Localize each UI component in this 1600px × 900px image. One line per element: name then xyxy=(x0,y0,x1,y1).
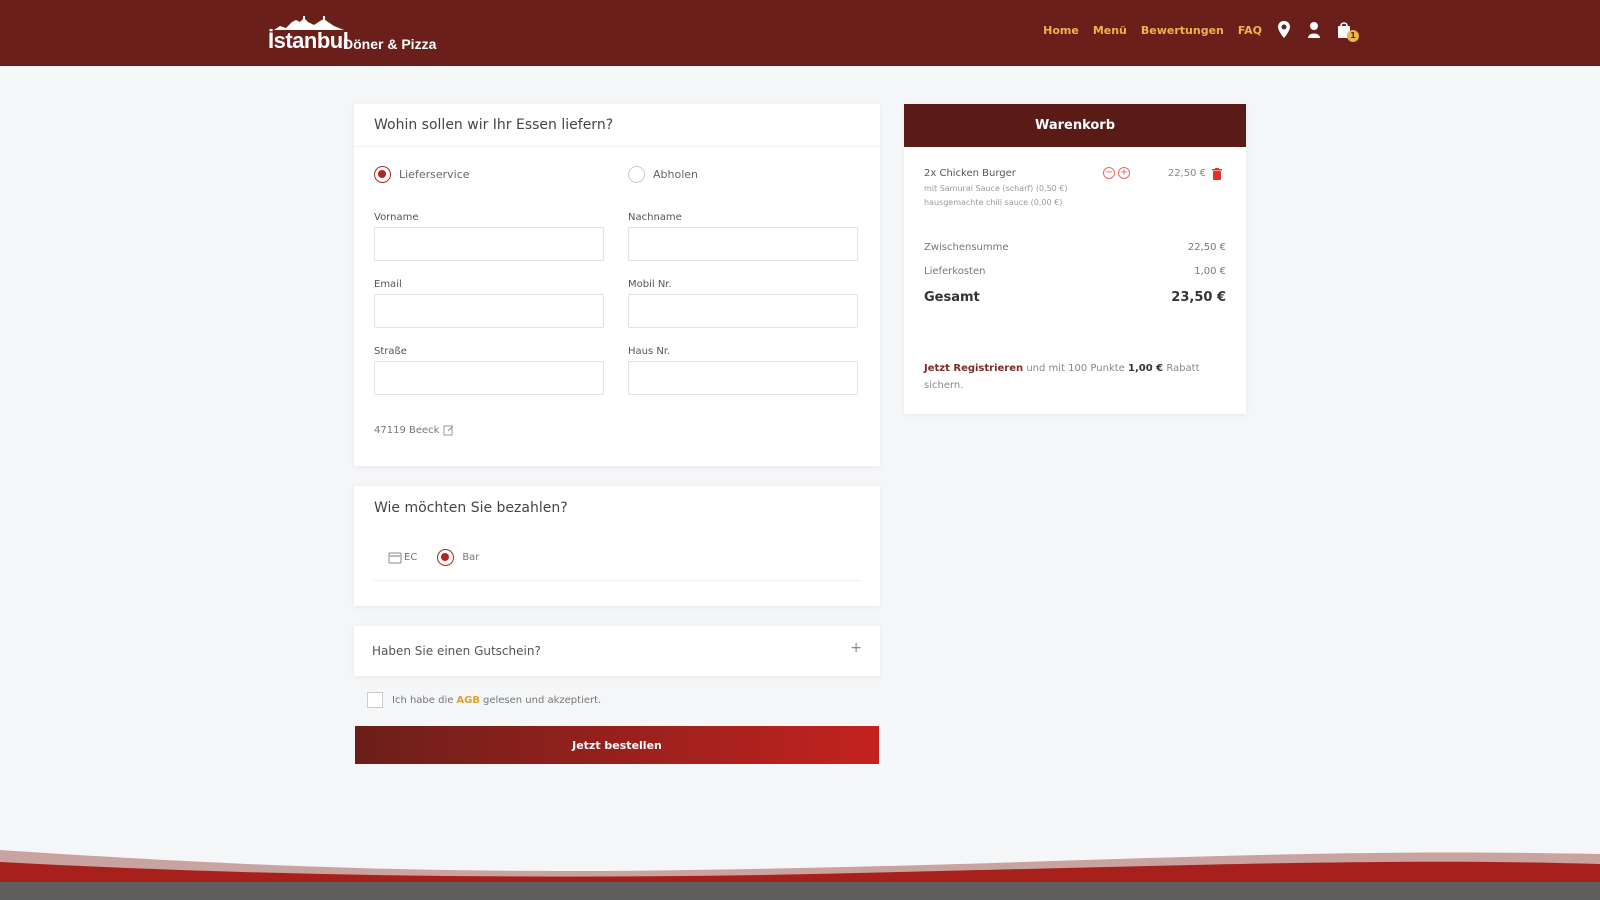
cart-count-badge: 1 xyxy=(1347,30,1359,42)
subtotal-row: Zwischensumme 22,50 € xyxy=(924,242,1226,253)
delivery-title: Wohin sollen wir Ihr Essen liefern? xyxy=(374,117,614,133)
voucher-toggle[interactable]: Haben Sie einen Gutschein? + xyxy=(354,626,880,676)
payment-card: Wie möchten Sie bezahlen? EC Bar xyxy=(354,486,880,606)
cart-item-option: mit Samurai Sauce (scharf) (0,50 €) xyxy=(924,184,1068,193)
voucher-label: Haben Sie einen Gutschein? xyxy=(372,644,541,658)
promo-amount: 1,00 € xyxy=(1128,363,1164,374)
shopping-bag-icon[interactable]: 1 xyxy=(1336,20,1359,42)
field-label: Nachname xyxy=(628,212,682,223)
postal-code-text: 47119 Beeck xyxy=(374,424,440,436)
agb-text-before: Ich habe die xyxy=(392,694,454,706)
edit-icon xyxy=(443,425,454,436)
payment-label: EC xyxy=(404,552,418,563)
radio-abholen[interactable]: Abholen xyxy=(628,166,698,183)
delivery-cost-value: 1,00 € xyxy=(1194,266,1226,277)
footer-wave xyxy=(0,850,1600,900)
payment-method-group: EC Bar xyxy=(388,549,499,566)
payment-label: Bar xyxy=(462,552,480,563)
strasse-input[interactable] xyxy=(374,361,604,395)
total-label: Gesamt xyxy=(924,290,980,305)
payment-option-bar[interactable]: Bar xyxy=(437,549,479,566)
postal-code-area[interactable]: 47119 Beeck xyxy=(374,424,455,436)
main-nav: Home Menü Bewertungen FAQ 1 xyxy=(1029,18,1359,42)
cart-item-price: 22,50 € xyxy=(1167,168,1206,179)
email-field: Email xyxy=(374,279,604,328)
mobil-input[interactable] xyxy=(628,294,858,328)
radio-label: Lieferservice xyxy=(399,168,470,181)
brand-name: İstanbul xyxy=(268,28,349,53)
nachname-input[interactable] xyxy=(628,227,858,261)
user-icon[interactable] xyxy=(1306,20,1322,40)
delivery-method-group: Lieferservice Abholen xyxy=(374,166,860,186)
field-label: Straße xyxy=(374,346,407,357)
strasse-field: Straße xyxy=(374,346,604,395)
hausnr-field: Haus Nr. xyxy=(628,346,858,395)
delivery-cost-row: Lieferkosten 1,00 € xyxy=(924,266,1226,277)
agb-text-after: gelesen und akzeptiert. xyxy=(482,694,602,706)
register-promo: Jetzt Registrieren und mit 100 Punkte 1,… xyxy=(924,360,1226,394)
subtotal-label: Zwischensumme xyxy=(924,242,1009,253)
order-button[interactable]: Jetzt bestellen xyxy=(355,726,879,764)
nachname-field: Nachname xyxy=(628,212,858,261)
total-row: Gesamt 23,50 € xyxy=(924,290,1226,305)
payment-title: Wie möchten Sie bezahlen? xyxy=(374,500,568,516)
radio-lieferservice[interactable]: Lieferservice xyxy=(374,166,470,183)
divider xyxy=(374,580,860,581)
plus-icon: + xyxy=(850,640,862,656)
subtotal-value: 22,50 € xyxy=(1187,242,1226,253)
plus-icon[interactable]: + xyxy=(1118,167,1130,179)
brand-subtitle: Döner & Pizza xyxy=(343,36,437,52)
email-input[interactable] xyxy=(374,294,604,328)
mobil-field: Mobil Nr. xyxy=(628,279,858,328)
field-label: Haus Nr. xyxy=(628,346,671,357)
register-link[interactable]: Jetzt Registrieren xyxy=(924,363,1023,374)
radio-unselected-icon xyxy=(628,166,645,183)
cart-item-option: hausgemachte chili sauce (0,00 €) xyxy=(924,198,1063,207)
hausnr-input[interactable] xyxy=(628,361,858,395)
nav-reviews[interactable]: Bewertungen xyxy=(1141,24,1224,37)
nav-faq[interactable]: FAQ xyxy=(1238,24,1262,37)
total-value: 23,50 € xyxy=(1171,290,1226,305)
field-label: Email xyxy=(374,279,402,290)
field-label: Vorname xyxy=(374,212,419,223)
agb-link[interactable]: AGB xyxy=(456,695,480,706)
delivery-cost-label: Lieferkosten xyxy=(924,266,986,277)
radio-selected-icon xyxy=(437,549,455,566)
vorname-field: Vorname xyxy=(374,212,604,261)
minus-icon[interactable]: − xyxy=(1103,167,1115,179)
nav-menu[interactable]: Menü xyxy=(1093,24,1127,37)
delivery-card: Wohin sollen wir Ihr Essen liefern? Lief… xyxy=(354,104,880,466)
cart-panel: Warenkorb 2x Chicken Burger mit Samurai … xyxy=(904,104,1246,414)
cart-title: Warenkorb xyxy=(904,104,1246,147)
radio-selected-icon xyxy=(374,166,391,183)
location-pin-icon[interactable] xyxy=(1276,20,1292,40)
payment-option-ec[interactable]: EC xyxy=(388,552,417,564)
cart-item: 2x Chicken Burger mit Samurai Sauce (sch… xyxy=(924,167,1226,207)
vorname-input[interactable] xyxy=(374,227,604,261)
trash-icon[interactable] xyxy=(1212,168,1222,180)
field-label: Mobil Nr. xyxy=(628,279,672,290)
nav-home[interactable]: Home xyxy=(1043,24,1079,37)
card-icon xyxy=(388,552,402,563)
quantity-controls: − + xyxy=(1100,167,1130,179)
agb-consent: Ich habe die AGB gelesen und akzeptiert. xyxy=(367,692,601,708)
promo-text: und mit 100 Punkte xyxy=(1026,363,1125,374)
agb-checkbox[interactable] xyxy=(367,692,383,708)
top-bar: İstanbul Döner & Pizza Home Menü Bewertu… xyxy=(0,0,1600,66)
radio-label: Abholen xyxy=(653,168,699,181)
